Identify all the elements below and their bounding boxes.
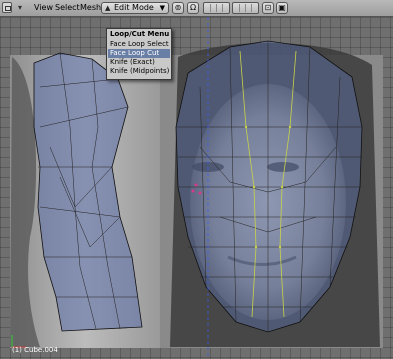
blender-window: ▾ View Select Mesh ▲ Edit Mode ▼ ⊚ Ω ⊡ ▣ [0, 0, 393, 359]
mode-selector[interactable]: ▲ Edit Mode ▼ [101, 2, 169, 14]
object-status-label: (1) Cube.004 [12, 346, 58, 354]
menu-title: Loop/Cut Menu [110, 30, 170, 38]
menu-mesh[interactable]: Mesh [80, 2, 101, 14]
menu-select[interactable]: Select [55, 2, 80, 14]
collapse-toggle[interactable]: ▾ [15, 2, 25, 14]
lock-icon[interactable]: ⊡ [262, 2, 274, 14]
layer-buttons-1[interactable] [203, 2, 230, 14]
menu-view[interactable]: View [34, 2, 53, 14]
menu-item-knife-exact[interactable]: Knife (Exact) [108, 58, 170, 67]
editor-type-icon[interactable] [2, 2, 12, 13]
render-icon[interactable]: ▣ [276, 2, 288, 14]
menu-item-face-loop-select[interactable]: Face Loop Select [108, 40, 170, 49]
layer-buttons-2[interactable] [232, 2, 259, 14]
3d-viewport[interactable]: (1) Cube.004 [0, 17, 393, 359]
loop-cut-menu: Loop/Cut Menu Face Loop Select Face Loop… [106, 28, 172, 80]
draw-type-button[interactable]: ⊚ [172, 2, 184, 14]
viewport-canvas [10, 17, 383, 359]
pivot-button[interactable]: Ω [187, 2, 199, 14]
menu-item-knife-midpoints[interactable]: Knife (Midpoints) [108, 67, 170, 76]
edit-mode-icon: ▲ [105, 4, 111, 12]
menu-item-face-loop-cut[interactable]: Face Loop Cut [108, 49, 170, 58]
mode-label: Edit Mode [114, 3, 154, 12]
chevron-down-icon: ▼ [159, 4, 165, 12]
header-bar: ▾ View Select Mesh ▲ Edit Mode ▼ ⊚ Ω ⊡ ▣ [0, 0, 393, 17]
